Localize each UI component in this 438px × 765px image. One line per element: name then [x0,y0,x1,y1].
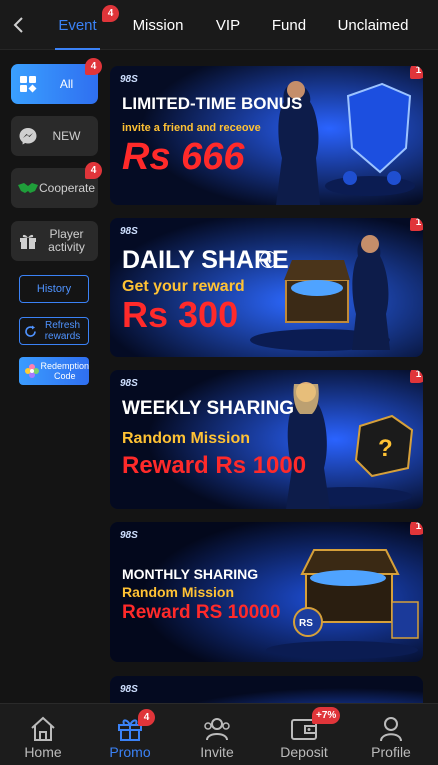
sidebar-item-player-activity[interactable]: Player activity [11,221,98,261]
banner-badge: 1 [410,66,423,79]
promo-banner-daily-share[interactable]: 98S DAILY SHARE 4 Get your reward Rs 300… [110,218,423,357]
nav-home[interactable]: Home [3,704,83,765]
history-button[interactable]: History [19,275,89,303]
tab-label: Fund [271,16,307,34]
banner-title: WEEKLY SHARING [122,398,295,419]
users-icon [202,715,232,743]
tab-mission[interactable]: Mission [128,0,188,50]
tab-event[interactable]: Event 4 [55,0,119,50]
promo-banner-monthly-sharing[interactable]: RS 98S MONTHLY SHARING Random Mission Re… [110,522,423,662]
tab-badge: 4 [102,5,119,22]
grid-icon [17,73,39,95]
banner-subtitle: Random Mission [122,584,235,600]
redeem-label: Redemption Code [40,361,89,381]
banner-amount: Reward Rs 1000 [122,452,307,479]
back-button[interactable] [8,12,30,38]
banner-subtitle: Random Mission [122,430,251,447]
refresh-icon [25,325,36,337]
sidebar-item-all[interactable]: All 4 [11,58,102,104]
tab-label: Unclaimed [337,16,409,34]
tab-vip[interactable]: VIP [208,0,248,50]
banner-amount: Rs 300 [122,294,239,335]
redemption-code-button[interactable]: Redemption Code [19,357,89,385]
sidebar-item-label: NEW [52,128,81,143]
banner-badge: 1 [410,218,423,231]
promo-screen: Event 4 Mission VIP Fund Unclaimed All 4… [0,0,438,765]
tab-label: Mission [132,16,184,34]
brand-logo: 98S [120,684,138,695]
banner-amount: Reward RS 10000 [122,602,281,623]
nav-label: Promo [109,744,151,760]
nav-badge: 4 [138,709,155,726]
banner-title: MONTHLY SHARING [122,566,259,582]
gift-icon [17,230,39,252]
svg-text:RS: RS [299,618,313,629]
sidebar-badge: 4 [85,58,102,75]
top-tab-bar: Event 4 Mission VIP Fund Unclaimed [0,0,438,50]
brand-logo: 98S [120,378,138,389]
nav-profile[interactable]: Profile [351,704,431,765]
bottom-nav: Home Promo 4 Invite Deposit +7% Profile [0,703,438,765]
handshake-icon [17,177,39,199]
tab-label: Event [58,16,97,34]
user-icon [376,715,406,743]
tab-label: VIP [215,16,241,34]
nav-label: Home [24,744,62,760]
refresh-rewards-button[interactable]: Refresh rewards [19,317,89,345]
banner-badge: 1 [410,370,423,383]
messenger-icon [17,125,39,147]
sidebar-item-label: All [59,76,74,91]
home-icon [28,715,58,743]
svg-text:?: ? [378,435,393,462]
banner-badge: 1 [410,522,423,535]
chevron-left-icon [13,17,23,33]
nav-invite[interactable]: Invite [177,704,257,765]
sidebar-badge: 4 [85,162,102,179]
brand-logo: 98S [120,226,138,237]
brand-logo: 98S [120,530,138,541]
nav-deposit[interactable]: Deposit +7% [264,704,344,765]
banner-amount: Rs 666 [122,136,245,178]
refresh-label: Refresh rewards [44,320,81,342]
banner-title: LIMITED-TIME BONUS [122,94,303,113]
nav-label: Deposit [280,744,328,760]
promo-banner-weekly-sharing[interactable]: ? 98S WEEKLY SHARING Random Mission Rewa… [110,370,423,509]
nav-label: Invite [200,744,234,760]
banner-mark: 4 [260,251,277,268]
brand-logo: 98S [120,74,138,85]
banner-subtitle: invite a friend and receove [122,122,261,134]
nav-label: Profile [371,744,411,760]
flower-icon [23,362,40,380]
sidebar-item-new[interactable]: NEW [11,116,98,156]
tab-unclaimed[interactable]: Unclaimed [333,0,413,50]
nav-promo[interactable]: Promo 4 [90,704,170,765]
history-label: History [36,282,72,295]
tab-fund[interactable]: Fund [266,0,312,50]
sidebar-item-label: Cooperate [39,180,96,195]
sidebar-item-label: Player activity [48,227,85,254]
sidebar-item-cooperate[interactable]: Cooperate 4 [11,162,102,208]
nav-badge: +7% [312,707,341,724]
promo-banner-limited-bonus[interactable]: 98S LIMITED-TIME BONUS invite a friend a… [110,66,423,205]
